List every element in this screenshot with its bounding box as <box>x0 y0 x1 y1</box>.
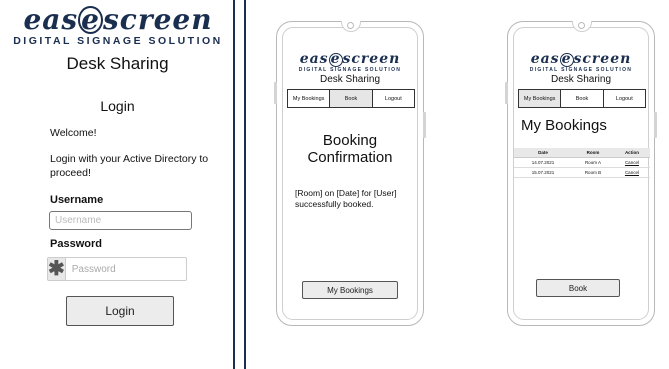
logo-wordmark: eas e screen <box>299 51 401 67</box>
password-field[interactable]: ✱ <box>47 257 204 281</box>
bookings-table: Date Room Action 14.07.2021 Room A Cance… <box>514 148 650 178</box>
booking-date: 14.07.2021 <box>514 157 573 168</box>
booking-room: Room B <box>572 167 614 178</box>
power-button <box>654 112 657 138</box>
logo: eas e screen DIGITAL SIGNAGE SOLUTION <box>277 52 423 73</box>
logo-subtitle: DIGITAL SIGNAGE SOLUTION <box>529 66 633 73</box>
page-title: Desk Sharing <box>319 74 381 85</box>
tab-logout[interactable]: Logout <box>373 90 414 107</box>
cancel-link[interactable]: Cancel <box>613 167 650 178</box>
instructions-text: Login with your Active Directory to proc… <box>50 153 209 180</box>
my-bookings-button[interactable]: My Bookings <box>302 281 398 299</box>
power-button <box>423 112 426 138</box>
table-row: 14.07.2021 Room A Cancel <box>514 157 650 168</box>
cancel-link[interactable]: Cancel <box>613 157 650 168</box>
logo-wordmark: eas e screen <box>530 51 632 67</box>
logo: eas e screen DIGITAL SIGNAGE SOLUTION <box>8 6 228 47</box>
camera-icon <box>578 22 585 29</box>
phone-booking-confirmation: eas e screen DIGITAL SIGNAGE SOLUTION Desk… <box>274 21 426 326</box>
confirmation-message: [Room] on [Date] for [User] successfully… <box>295 188 397 210</box>
asterisk-icon: ✱ <box>48 258 66 280</box>
booking-date: 15.07.2021 <box>514 167 573 178</box>
welcome-text: Welcome! <box>50 127 97 139</box>
book-button[interactable]: Book <box>536 279 620 297</box>
confirmation-heading: Booking Confirmation <box>307 132 393 166</box>
page-title: Desk Sharing <box>66 54 169 73</box>
volume-button <box>505 82 508 104</box>
tab-book[interactable]: Book <box>561 90 604 107</box>
booking-room: Room A <box>572 157 614 168</box>
tab-my-bookings[interactable]: My Bookings <box>519 90 562 107</box>
tab-bar: My Bookings Book Logout <box>287 89 415 108</box>
table-header-row: Date Room Action <box>514 148 650 158</box>
login-panel: eas e screen DIGITAL SIGNAGE SOLUTION Desk… <box>0 0 235 369</box>
column-header-action: Action <box>613 148 650 158</box>
tab-logout[interactable]: Logout <box>604 90 645 107</box>
my-bookings-heading: My Bookings <box>521 117 607 134</box>
username-label: Username <box>50 194 104 206</box>
logo-subtitle: DIGITAL SIGNAGE SOLUTION <box>13 35 223 47</box>
password-label: Password <box>50 238 102 250</box>
mobile-mockups-panel: eas e screen DIGITAL SIGNAGE SOLUTION Desk… <box>244 0 669 369</box>
volume-button <box>274 82 277 104</box>
column-header-room: Room <box>572 148 614 158</box>
logo: eas e screen DIGITAL SIGNAGE SOLUTION <box>508 52 654 73</box>
column-header-date: Date <box>514 148 573 158</box>
logo-subtitle: DIGITAL SIGNAGE SOLUTION <box>298 66 402 73</box>
camera-icon <box>347 22 354 29</box>
tab-book[interactable]: Book <box>330 90 373 107</box>
page-title: Desk Sharing <box>550 74 612 85</box>
tab-my-bookings[interactable]: My Bookings <box>288 90 331 107</box>
login-button[interactable]: Login <box>66 296 174 326</box>
phone-my-bookings: eas e screen DIGITAL SIGNAGE SOLUTION Desk… <box>505 21 657 326</box>
logo-wordmark: eas e screen <box>23 3 213 36</box>
table-row: 15.07.2021 Room B Cancel <box>514 167 650 178</box>
tab-bar: My Bookings Book Logout <box>518 89 646 108</box>
password-input[interactable] <box>65 259 204 279</box>
username-input[interactable] <box>49 211 192 230</box>
login-heading: Login <box>100 98 135 114</box>
